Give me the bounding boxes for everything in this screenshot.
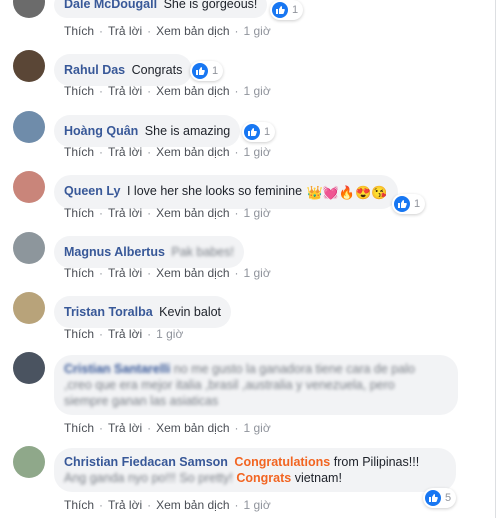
avatar[interactable]: [13, 232, 45, 264]
comment-text-blurred: Ang ganda nyo po!!! So pretty!: [64, 471, 237, 485]
like-button[interactable]: Thích: [64, 84, 94, 98]
avatar[interactable]: [13, 292, 45, 324]
translate-button[interactable]: Xem bản dịch: [156, 145, 229, 159]
comment-bubble: Tristan Toralba Kevin balot: [54, 296, 232, 328]
comment-text: Kevin balot: [159, 305, 222, 319]
translate-button[interactable]: Xem bản dịch: [156, 266, 229, 280]
comment-author[interactable]: Rahul Das: [64, 63, 125, 77]
avatar[interactable]: [13, 352, 45, 384]
reaction-badge[interactable]: 1: [270, 0, 304, 20]
comment-author[interactable]: Magnus Albertus: [64, 245, 165, 259]
like-icon: [192, 63, 208, 79]
like-button[interactable]: Thích: [64, 24, 94, 38]
like-button[interactable]: Thích: [64, 206, 94, 220]
like-icon: [394, 196, 410, 212]
comment-text: She is gorgeous!: [163, 0, 258, 11]
like-button[interactable]: Thích: [64, 421, 94, 435]
like-icon: [272, 2, 288, 18]
scroll-edge: [495, 0, 496, 518]
reaction-badge[interactable]: 5: [423, 488, 457, 508]
comment-actions: Thích · Trả lời · Xem bản dịch · 1 giờ: [64, 421, 271, 435]
comment-bubble: Cristian Santarelli no me gusto la ganad…: [54, 355, 458, 415]
reply-button[interactable]: Trả lời: [108, 266, 142, 280]
reaction-count: 1: [292, 4, 299, 16]
reply-button[interactable]: Trả lời: [108, 145, 142, 159]
comment-text: She is amazing: [144, 124, 231, 138]
translate-button[interactable]: Xem bản dịch: [156, 206, 229, 220]
comment-bubble: Hoàng Quân She is amazing: [54, 115, 241, 147]
comment-actions: Thích · Trả lời · Xem bản dịch · 1 giờ: [64, 24, 271, 38]
reaction-badge[interactable]: 1: [242, 122, 276, 142]
reply-button[interactable]: Trả lời: [108, 327, 142, 341]
comment-time[interactable]: 1 giờ: [156, 327, 183, 341]
comment-actions: Thích · Trả lời · 1 giờ: [64, 327, 184, 341]
reaction-count: 1: [414, 198, 421, 210]
reaction-count: 1: [212, 65, 219, 77]
comment-author[interactable]: Hoàng Quân: [64, 124, 138, 138]
translate-button[interactable]: Xem bản dịch: [156, 84, 229, 98]
like-icon: [425, 490, 441, 506]
comment-author[interactable]: Cristian Santarelli: [64, 362, 170, 376]
reaction-count: 5: [445, 492, 452, 504]
comment-time[interactable]: 1 giờ: [244, 84, 271, 98]
like-button[interactable]: Thích: [64, 327, 94, 341]
comment-time[interactable]: 1 giờ: [244, 498, 271, 512]
like-button[interactable]: Thích: [64, 266, 94, 280]
comment-time[interactable]: 1 giờ: [244, 206, 271, 220]
highlight-keyword[interactable]: Congratulations: [234, 455, 330, 469]
comment-bubble: Magnus Albertus Pak babes!: [54, 236, 244, 268]
reply-button[interactable]: Trả lời: [108, 498, 142, 512]
comment-bubble: Dale McDougall She is gorgeous!: [54, 0, 268, 18]
avatar[interactable]: [13, 446, 45, 478]
comment-time[interactable]: 1 giờ: [244, 266, 271, 280]
comment-text-line-1: no me gusto la ganadora tiene cara de pa…: [173, 362, 415, 376]
avatar[interactable]: [13, 111, 45, 143]
comment-bubble: Christian Fiedacan Samson Congratulation…: [54, 448, 456, 492]
translate-button[interactable]: Xem bản dịch: [156, 421, 229, 435]
comment-actions: Thích · Trả lời · Xem bản dịch · 1 giờ: [64, 145, 271, 159]
comment-text: Pak babes!: [171, 245, 234, 259]
comment-author[interactable]: Queen Ly: [64, 184, 121, 198]
comment-text: from Pilipinas!!!: [330, 455, 420, 469]
translate-button[interactable]: Xem bản dịch: [156, 24, 229, 38]
reply-button[interactable]: Trả lời: [108, 206, 142, 220]
avatar[interactable]: [13, 171, 45, 203]
avatar[interactable]: [13, 50, 45, 82]
reaction-count: 1: [264, 126, 271, 138]
comment-actions: Thích · Trả lời · Xem bản dịch · 1 giờ: [64, 84, 271, 98]
comment-text: vietnam!: [291, 471, 342, 485]
comment-time[interactable]: 1 giờ: [244, 145, 271, 159]
like-button[interactable]: Thích: [64, 145, 94, 159]
reply-button[interactable]: Trả lời: [108, 421, 142, 435]
comment-time[interactable]: 1 giờ: [244, 24, 271, 38]
comment-actions: Thích · Trả lời · Xem bản dịch · 1 giờ: [64, 266, 271, 280]
reaction-badge[interactable]: 1: [392, 194, 426, 214]
comment-text: Congrats: [131, 63, 183, 77]
comment-text-line-2: ,creo que era mejor italia ,brasil ,aust…: [64, 378, 395, 392]
comment-text: I love her she looks so feminine: [126, 184, 303, 198]
comment-actions: Thích · Trả lời · Xem bản dịch · 1 giờ: [64, 498, 271, 512]
highlight-keyword[interactable]: Congrats: [236, 471, 291, 485]
reply-button[interactable]: Trả lời: [108, 24, 142, 38]
like-button[interactable]: Thích: [64, 498, 94, 512]
comment-bubble: Rahul Das Congrats: [54, 54, 193, 86]
avatar[interactable]: [13, 0, 45, 18]
comment-text-line-3: siempre ganan las asiaticas: [64, 394, 219, 408]
reply-button[interactable]: Trả lời: [108, 84, 142, 98]
comment-bubble: Queen Ly I love her she looks so feminin…: [54, 175, 398, 209]
like-icon: [244, 124, 260, 140]
comment-actions: Thích · Trả lời · Xem bản dịch · 1 giờ: [64, 206, 271, 220]
comment-author[interactable]: Tristan Toralba: [64, 305, 153, 319]
comment-author[interactable]: Dale McDougall: [64, 0, 157, 11]
translate-button[interactable]: Xem bản dịch: [156, 498, 229, 512]
emoji-group: 👑💓🔥😍😘: [306, 185, 388, 200]
comment-time[interactable]: 1 giờ: [244, 421, 271, 435]
reaction-badge[interactable]: 1: [190, 61, 224, 81]
comment-author[interactable]: Christian Fiedacan Samson: [64, 455, 228, 469]
